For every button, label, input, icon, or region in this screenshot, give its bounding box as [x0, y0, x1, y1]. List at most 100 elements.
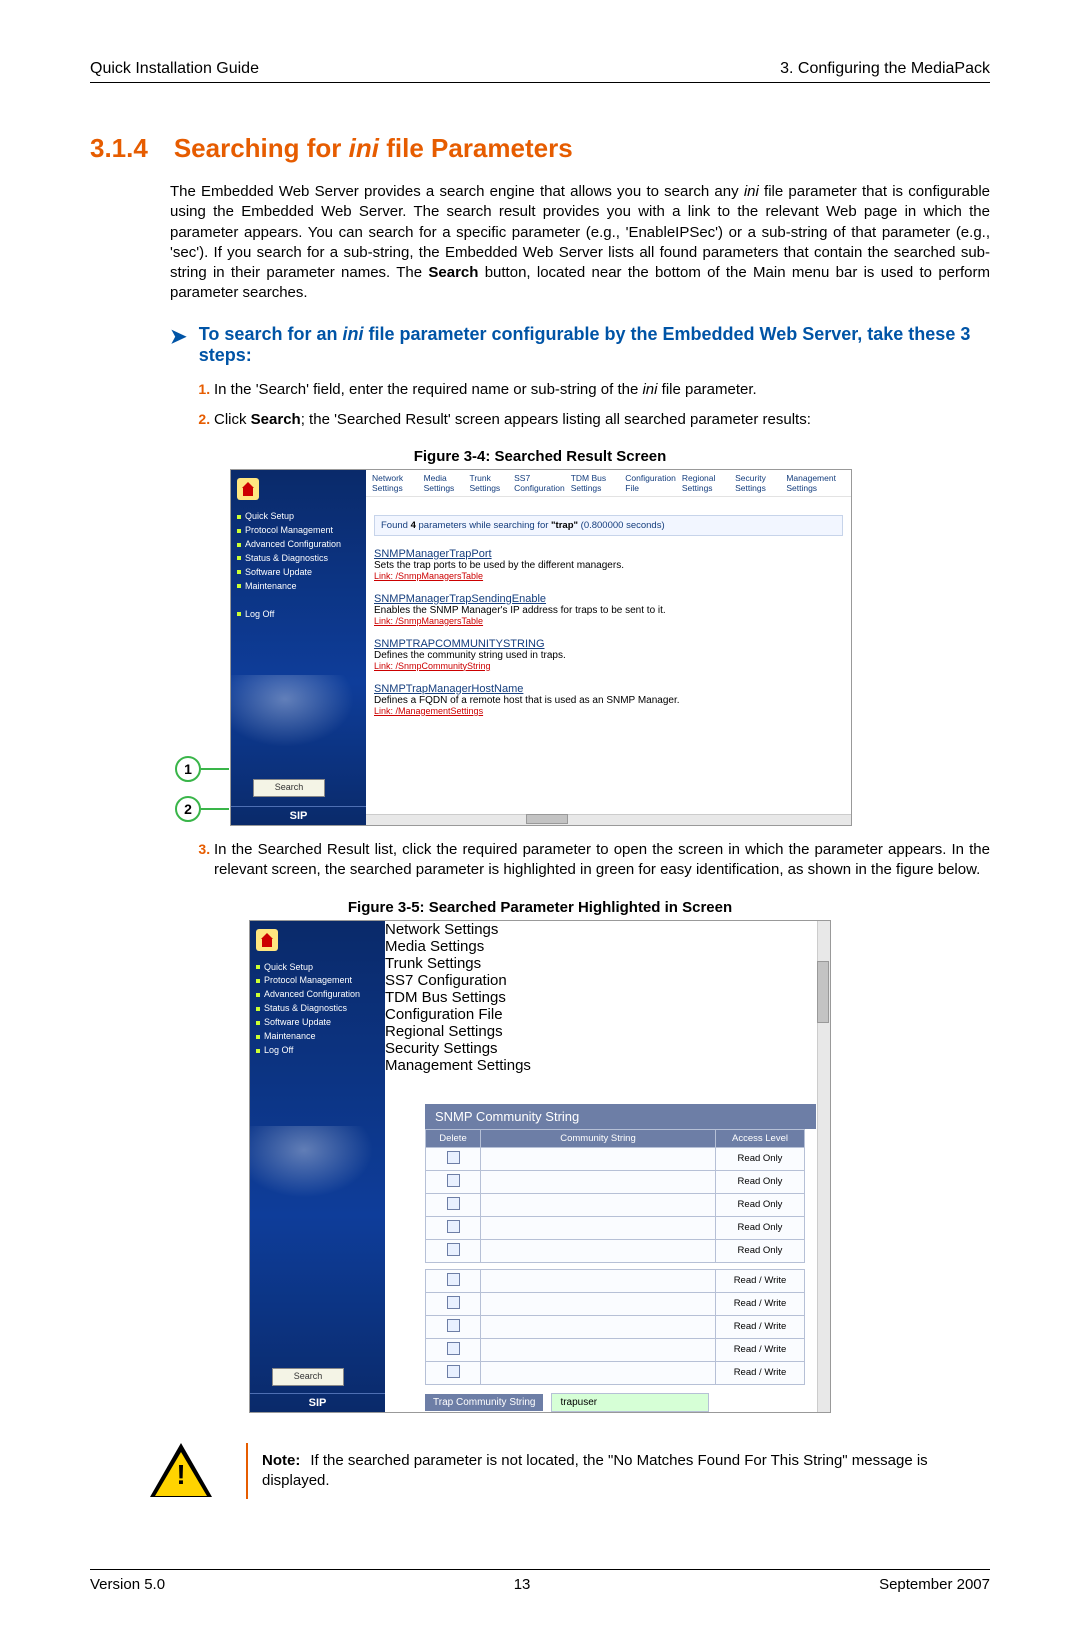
checkbox[interactable]	[447, 1342, 460, 1355]
result-page-link[interactable]: Link: /SnmpManagersTable	[374, 616, 843, 626]
sidebar-item[interactable]: Advanced Configuration	[256, 988, 385, 1002]
steps-list-cont: In the Searched Result list, click the r…	[190, 840, 990, 881]
footer-center: 13	[514, 1576, 531, 1593]
checkbox[interactable]	[447, 1220, 460, 1233]
sidebar-item[interactable]: Maintenance	[237, 580, 366, 594]
fig34-topnav: Network Settings Media Settings Trunk Se…	[366, 470, 851, 497]
nav[interactable]: SS7 Configuration	[385, 972, 830, 989]
table-row: Read / Write	[426, 1292, 805, 1315]
sip-label: SIP	[250, 1393, 385, 1412]
scrollbar-thumb[interactable]	[526, 814, 568, 824]
nav[interactable]: TDM Bus Settings	[571, 474, 620, 494]
nav[interactable]: Configuration File	[625, 474, 676, 494]
result-link[interactable]: SNMPTrapManagerHostName	[374, 683, 843, 695]
nav[interactable]: Trunk Settings	[469, 474, 508, 494]
scrollbar-thumb[interactable]	[817, 961, 829, 1023]
nav[interactable]: Network Settings	[385, 921, 830, 938]
step-1: In the 'Search' field, enter the require…	[214, 380, 990, 400]
sidebar-item-logoff[interactable]: Log Off	[256, 1044, 385, 1058]
figure-3-5-caption: Figure 3-5: Searched Parameter Highlight…	[90, 899, 990, 916]
home-icon[interactable]	[256, 929, 278, 951]
procedure-heading: ➤ To search for an ini file parameter co…	[170, 324, 990, 366]
nav[interactable]: TDM Bus Settings	[385, 989, 830, 1006]
sidebar-item[interactable]: Status & Diagnostics	[256, 1002, 385, 1016]
sidebar-item[interactable]: Quick Setup	[256, 961, 385, 975]
figure-3-5: Quick Setup Protocol Management Advanced…	[249, 920, 831, 1413]
nav[interactable]: Regional Settings	[682, 474, 729, 494]
arrow-icon: ➤	[170, 324, 187, 366]
figure-3-4: Quick Setup Protocol Management Advanced…	[230, 469, 852, 826]
header-left: Quick Installation Guide	[90, 60, 259, 78]
result-page-link[interactable]: Link: /SnmpCommunityString	[374, 661, 843, 671]
sidebar-item-logoff[interactable]: Log Off	[237, 608, 366, 622]
fig35-sidebar: Quick Setup Protocol Management Advanced…	[250, 921, 385, 1412]
sidebar-item[interactable]: Software Update	[256, 1016, 385, 1030]
checkbox[interactable]	[447, 1243, 460, 1256]
table-row: Read Only	[426, 1193, 805, 1216]
result-page-link[interactable]: Link: /SnmpManagersTable	[374, 571, 843, 581]
intro-paragraph: The Embedded Web Server provides a searc…	[170, 182, 990, 304]
section-heading: 3.1.4Searching for ini file Parameters	[90, 133, 990, 164]
sidebar-item[interactable]: Protocol Management	[256, 974, 385, 988]
nav[interactable]: SS7 Configuration	[514, 474, 565, 494]
search-button[interactable]: Search	[253, 779, 325, 797]
table-row: Read Only	[426, 1216, 805, 1239]
fig34-main: Network Settings Media Settings Trunk Se…	[366, 470, 851, 825]
sidebar-item[interactable]: Protocol Management	[237, 524, 366, 538]
step-2: Click Search; the 'Searched Result' scre…	[214, 410, 990, 430]
result-page-link[interactable]: Link: /ManagementSettings	[374, 706, 843, 716]
checkbox[interactable]	[447, 1273, 460, 1286]
nav[interactable]: Regional Settings	[385, 1023, 830, 1040]
nav[interactable]: Media Settings	[424, 474, 464, 494]
nav[interactable]: Security Settings	[735, 474, 780, 494]
search-button[interactable]: Search	[272, 1368, 344, 1386]
sidebar-item[interactable]: Advanced Configuration	[237, 538, 366, 552]
nav[interactable]: Media Settings	[385, 938, 830, 955]
scrollbar-horizontal[interactable]	[366, 814, 851, 825]
page-header: Quick Installation Guide 3. Configuring …	[90, 60, 990, 83]
footer-left: Version 5.0	[90, 1576, 165, 1593]
result-item: SNMPTRAPCOMMUNITYSTRING Defines the comm…	[374, 638, 843, 671]
checkbox[interactable]	[447, 1151, 460, 1164]
section-number: 3.1.4	[90, 133, 148, 163]
nav[interactable]: Trunk Settings	[385, 955, 830, 972]
nav[interactable]: Management Settings	[385, 1057, 830, 1074]
trap-community-row: Trap Community String trapuser	[425, 1393, 816, 1412]
sidebar-item[interactable]: Quick Setup	[237, 510, 366, 524]
result-item: SNMPTrapManagerHostName Defines a FQDN o…	[374, 683, 843, 716]
nav[interactable]: Security Settings	[385, 1040, 830, 1057]
table-row: Read Only	[426, 1239, 805, 1262]
trap-label: Trap Community String	[425, 1394, 543, 1411]
table-row: Read / Write	[426, 1315, 805, 1338]
note-text: Note:If the searched parameter is not lo…	[246, 1443, 990, 1500]
nav[interactable]: Configuration File	[385, 1006, 830, 1023]
checkbox[interactable]	[447, 1365, 460, 1378]
sidebar-item[interactable]: Software Update	[237, 566, 366, 580]
found-banner: Found 4 parameters while searching for "…	[374, 515, 843, 536]
col-delete: Delete	[426, 1129, 481, 1147]
nav[interactable]: Management Settings	[786, 474, 845, 494]
note-box: ! Note:If the searched parameter is not …	[150, 1443, 990, 1500]
panel-title: SNMP Community String	[425, 1104, 816, 1129]
result-item: SNMPManagerTrapSendingEnable Enables the…	[374, 593, 843, 626]
sidebar-item[interactable]: Status & Diagnostics	[237, 552, 366, 566]
nav[interactable]: Network Settings	[372, 474, 418, 494]
sidebar-item[interactable]: Maintenance	[256, 1030, 385, 1044]
checkbox[interactable]	[447, 1174, 460, 1187]
figure-3-4-caption: Figure 3-4: Searched Result Screen	[90, 448, 990, 465]
page-footer: Version 5.0 13 September 2007	[90, 1569, 990, 1593]
checkbox[interactable]	[447, 1296, 460, 1309]
trap-value[interactable]: trapuser	[551, 1393, 709, 1412]
result-link[interactable]: SNMPManagerTrapSendingEnable	[374, 593, 843, 605]
header-right: 3. Configuring the MediaPack	[780, 60, 990, 78]
fig35-topnav: Network Settings Media Settings Trunk Se…	[385, 921, 830, 1074]
checkbox[interactable]	[447, 1197, 460, 1210]
fig34-menu: Quick Setup Protocol Management Advanced…	[237, 510, 366, 622]
result-link[interactable]: SNMPManagerTrapPort	[374, 548, 843, 560]
callout-1: 1	[175, 756, 229, 782]
home-icon[interactable]	[237, 478, 259, 500]
table-row: Read Only	[426, 1147, 805, 1170]
col-access: Access Level	[716, 1129, 805, 1147]
result-link[interactable]: SNMPTRAPCOMMUNITYSTRING	[374, 638, 843, 650]
checkbox[interactable]	[447, 1319, 460, 1332]
